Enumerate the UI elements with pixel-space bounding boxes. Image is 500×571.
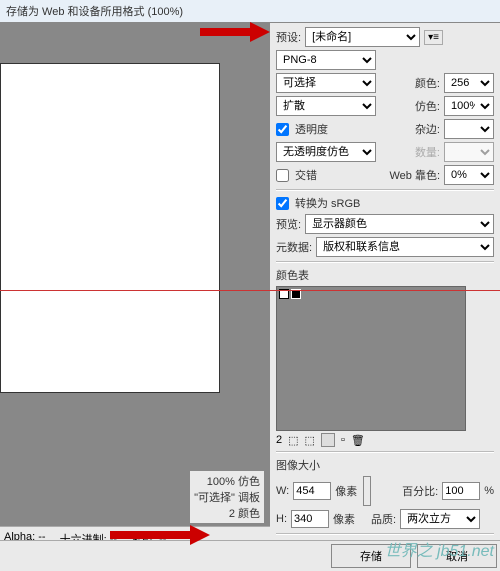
- format-select[interactable]: PNG-8: [276, 50, 376, 70]
- color-table[interactable]: [276, 286, 466, 431]
- diffusion-select[interactable]: 扩散: [276, 96, 376, 116]
- trash-icon[interactable]: 🗑: [351, 434, 365, 447]
- preview-select[interactable]: 显示器颜色: [305, 214, 494, 234]
- interlace-checkbox[interactable]: [276, 169, 289, 182]
- color-table-toolbar: 2 ⬚ ⬚ ▫ 🗑: [276, 433, 494, 447]
- dither-select[interactable]: 100%: [444, 96, 494, 116]
- matte-label: 杂边:: [415, 121, 440, 137]
- srgb-checkbox[interactable]: [276, 197, 289, 210]
- shift-web-icon[interactable]: ⬚: [305, 434, 315, 447]
- quality-select[interactable]: 两次立方: [400, 509, 480, 529]
- color-table-label: 颜色表: [276, 267, 494, 283]
- zoom-info: 100% 仿色: [194, 473, 260, 489]
- percent-suffix: %: [484, 485, 494, 497]
- new-color-icon[interactable]: ▫: [341, 434, 345, 446]
- trans-amount-label: 数量:: [415, 144, 440, 160]
- save-button[interactable]: 存储: [331, 544, 411, 568]
- settings-panel: 预设: [未命名] ▾≡ PNG-8 可选择 颜色: 256 扩散 仿色: 10…: [270, 23, 500, 551]
- transparency-checkbox[interactable]: [276, 123, 289, 136]
- metadata-label: 元数据:: [276, 239, 312, 255]
- title-bar: 存储为 Web 和设备所用格式 (100%): [0, 0, 500, 23]
- palette-info: "可选择" 调板: [194, 489, 260, 505]
- image-size-label: 图像大小: [276, 457, 494, 473]
- width-input[interactable]: [293, 482, 331, 500]
- window-title: 存储为 Web 和设备所用格式 (100%): [6, 6, 183, 18]
- preview-panel: 100% 仿色 "可选择" 调板 2 颜色 Alpha: -- 十六进制: --…: [0, 23, 270, 551]
- preview-info: 100% 仿色 "可选择" 调板 2 颜色: [190, 471, 264, 523]
- websnap-label: Web 靠色:: [389, 167, 440, 183]
- height-unit: 像素: [333, 511, 355, 527]
- cancel-button[interactable]: 取消: [417, 544, 497, 568]
- preset-label: 预设:: [276, 29, 301, 45]
- link-dimensions-icon[interactable]: [363, 476, 371, 506]
- shift-web-icon[interactable]: ⬚: [288, 434, 298, 447]
- quality-label: 品质:: [371, 511, 396, 527]
- interlace-label: 交错: [295, 167, 317, 183]
- color-swatch[interactable]: [279, 289, 289, 299]
- color-swatch[interactable]: [291, 289, 301, 299]
- srgb-label: 转换为 sRGB: [295, 195, 360, 211]
- main-area: 100% 仿色 "可选择" 调板 2 颜色 Alpha: -- 十六进制: --…: [0, 23, 500, 551]
- separator: [276, 451, 494, 453]
- dialog-buttons: 存储 取消: [0, 540, 500, 571]
- separator: [276, 261, 494, 263]
- colors-select[interactable]: 256: [444, 73, 494, 93]
- preset-select[interactable]: [未命名]: [305, 27, 420, 47]
- lock-icon[interactable]: [321, 433, 335, 447]
- preview-label: 预览:: [276, 216, 301, 232]
- dither-label: 仿色:: [415, 98, 440, 114]
- percent-input[interactable]: [442, 482, 480, 500]
- height-input[interactable]: [291, 510, 329, 528]
- colors-label: 颜色:: [415, 75, 440, 91]
- metadata-select[interactable]: 版权和联系信息: [316, 237, 494, 257]
- matte-select[interactable]: [444, 119, 494, 139]
- canvas[interactable]: [0, 63, 220, 393]
- colors-info: 2 颜色: [194, 505, 260, 521]
- reduction-select[interactable]: 可选择: [276, 73, 376, 93]
- height-label: H:: [276, 513, 287, 525]
- color-count: 2: [276, 434, 282, 446]
- separator: [276, 533, 494, 535]
- separator: [276, 189, 494, 191]
- transparency-label: 透明度: [295, 121, 328, 137]
- preset-flyout-icon[interactable]: ▾≡: [424, 30, 443, 45]
- width-unit: 像素: [335, 483, 357, 499]
- trans-amount-select: [444, 142, 494, 162]
- trans-dither-select[interactable]: 无透明度仿色: [276, 142, 376, 162]
- percent-label: 百分比:: [402, 483, 438, 499]
- width-label: W:: [276, 485, 289, 497]
- websnap-select[interactable]: 0%: [444, 165, 494, 185]
